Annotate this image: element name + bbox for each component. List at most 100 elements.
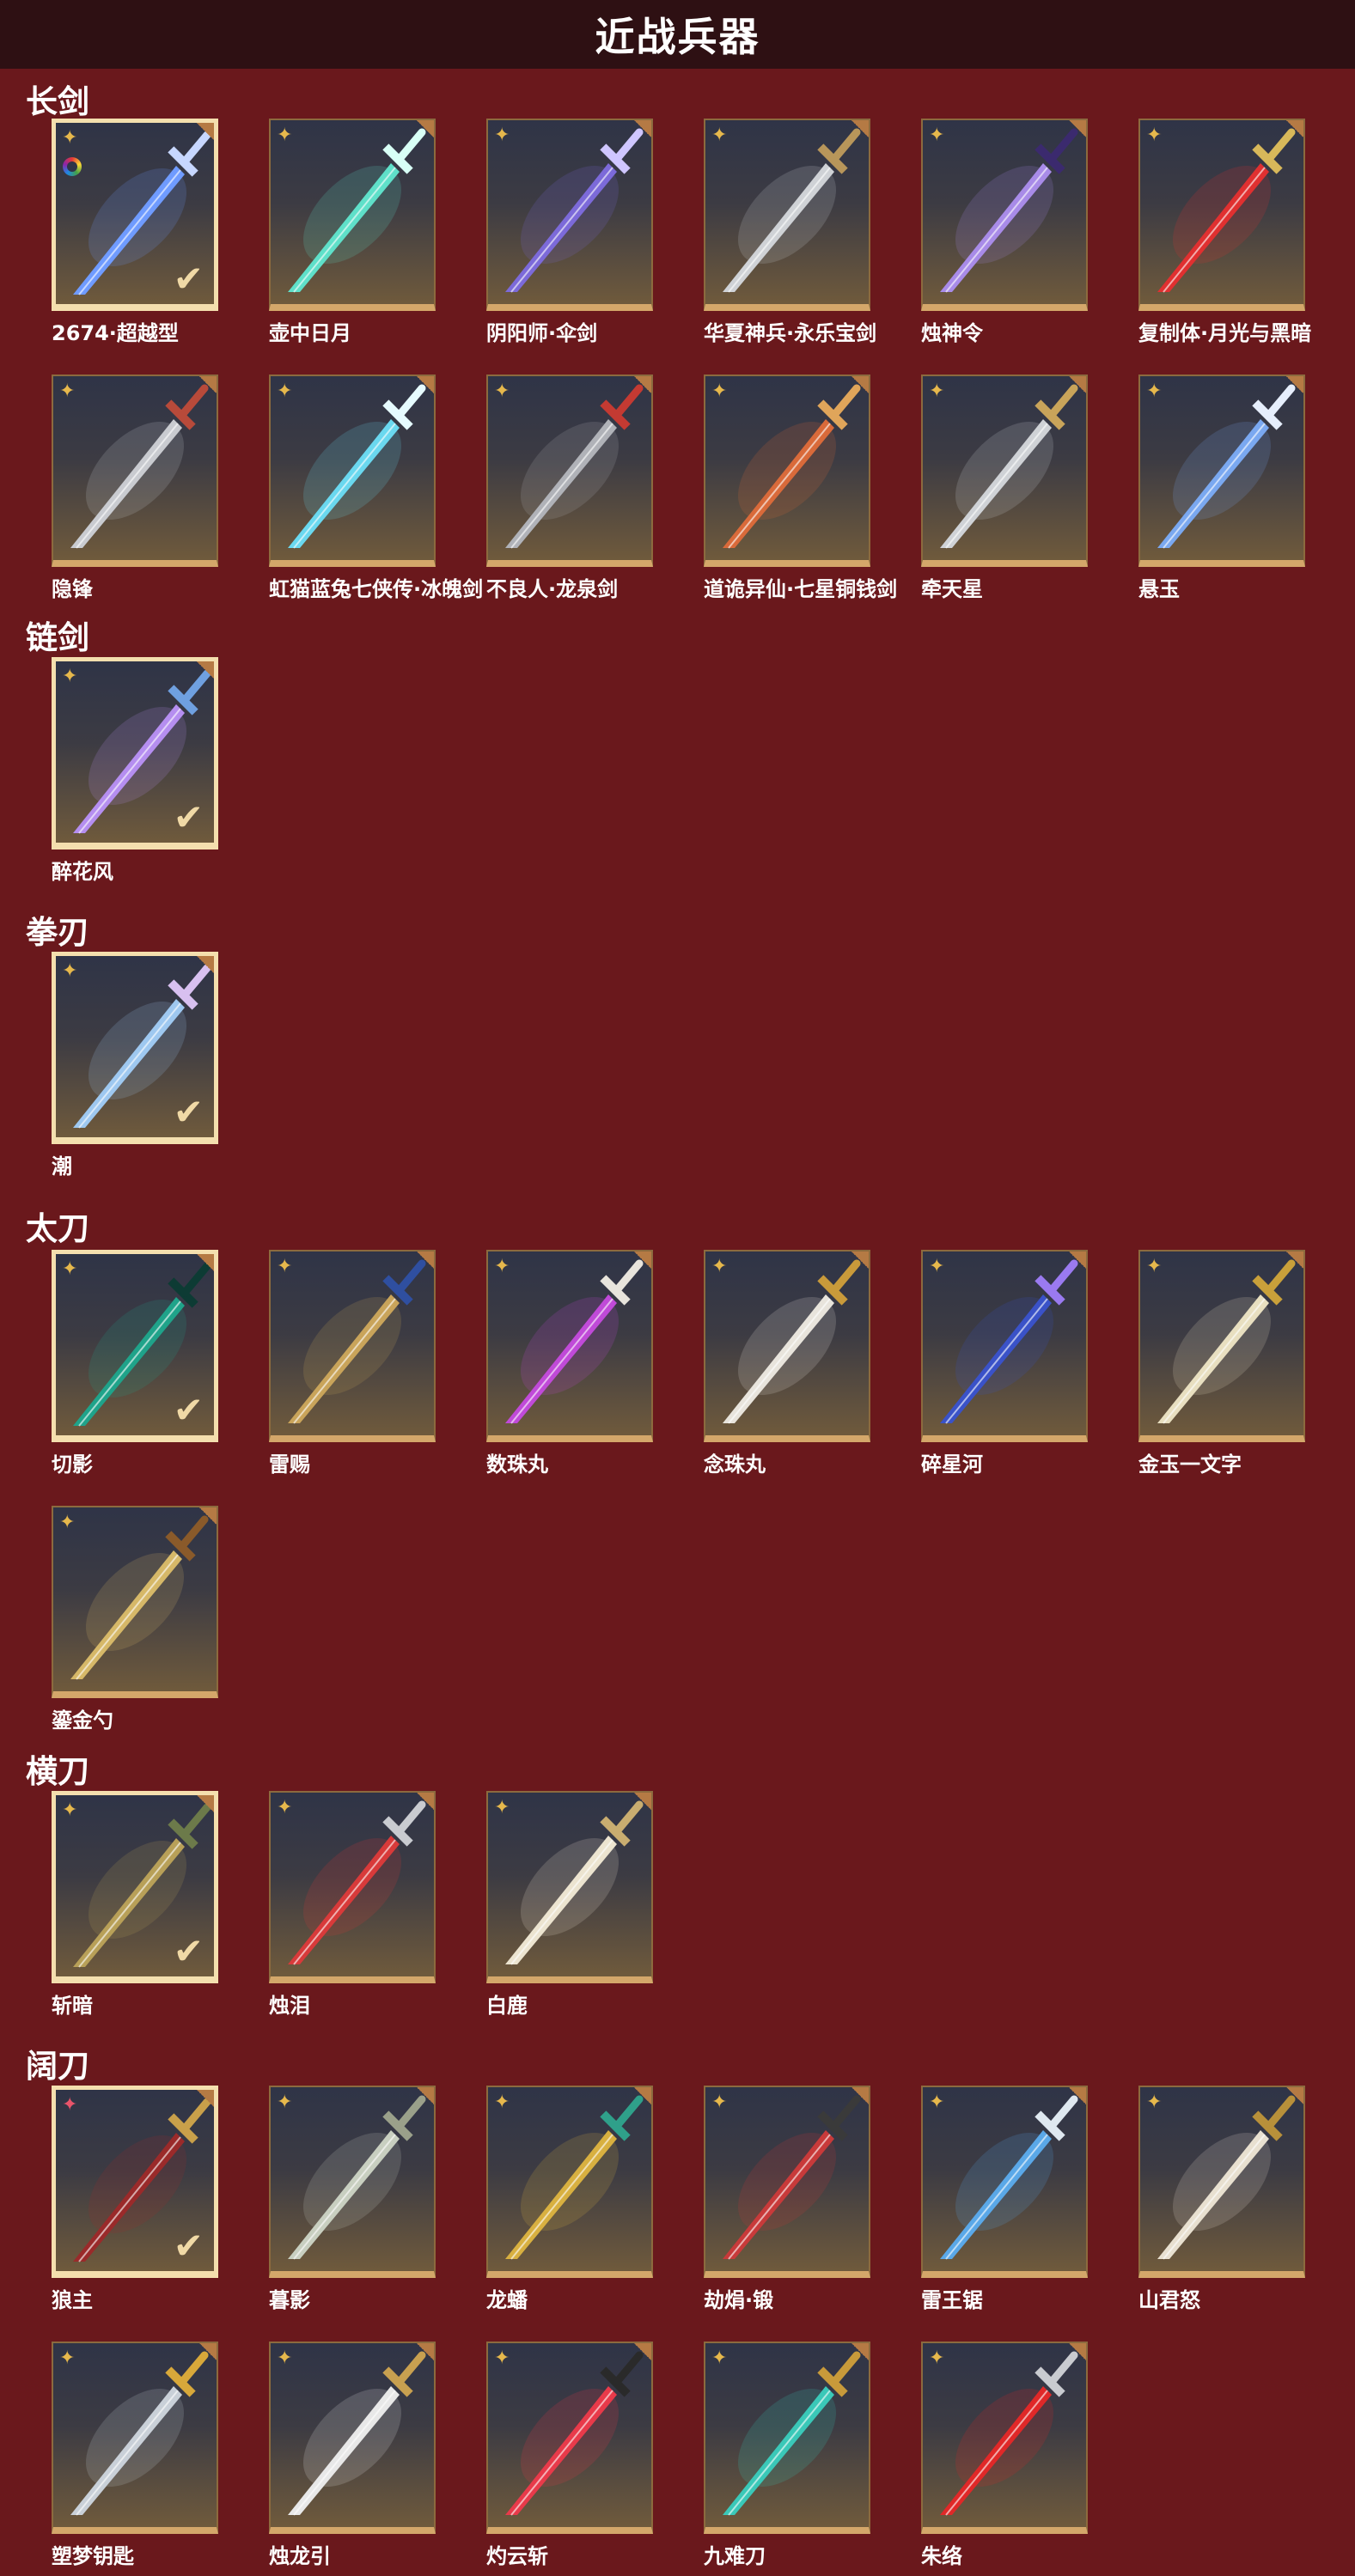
color-variant-icon[interactable] <box>63 157 82 176</box>
weapon-card[interactable]: ✦ 碎星河 <box>921 1250 1088 1477</box>
weapon-card[interactable]: ✦ 不良人·龙泉剑 <box>486 375 653 602</box>
weapon-name: 暮影 <box>269 2288 310 2312</box>
weapon-card[interactable]: ✦ 白鹿 <box>486 1791 653 2019</box>
corner-tab-icon <box>417 376 434 393</box>
weapon-tile[interactable]: ✦ <box>269 2342 436 2534</box>
weapon-card[interactable]: ✦ 烛泪 <box>269 1791 436 2019</box>
weapon-card[interactable]: ✦ 劫焆·锻 <box>704 2086 870 2313</box>
weapon-tile[interactable]: ✦ <box>1138 375 1305 567</box>
weapon-card[interactable]: ✦ 朱络 <box>921 2342 1088 2569</box>
weapon-card[interactable]: ✦ 烛龙引 <box>269 2342 436 2569</box>
weapon-art <box>288 128 426 293</box>
weapon-tile[interactable]: ✦ <box>704 2086 870 2278</box>
weapon-card[interactable]: ✦ 隐锋 <box>52 375 218 602</box>
weapon-card[interactable]: ✦ 牵天星 <box>921 375 1088 602</box>
weapon-card[interactable]: ✦ ✔ 切影 <box>52 1250 218 1477</box>
rarity-star-icon: ✦ <box>277 2348 293 2369</box>
weapon-card[interactable]: ✦ ✔ 潮 <box>52 952 218 1179</box>
weapon-tile[interactable]: ✦ <box>269 1250 436 1442</box>
weapon-tile[interactable]: ✦ <box>52 2342 218 2534</box>
weapon-card[interactable]: ✦ ✔ 醉花风 <box>52 657 218 885</box>
weapon-art <box>505 1800 644 1965</box>
rarity-star-icon: ✦ <box>929 2348 945 2369</box>
rarity-star-icon: ✦ <box>929 381 945 402</box>
rarity-star-icon: ✦ <box>494 125 510 146</box>
corner-tab-icon <box>851 120 869 137</box>
weapon-card[interactable]: ✦ 暮影 <box>269 2086 436 2313</box>
weapon-tile[interactable]: ✦ ✔ <box>52 657 218 850</box>
weapon-art <box>940 384 1078 549</box>
weapon-tile[interactable]: ✦ <box>1138 1250 1305 1442</box>
weapon-tile[interactable]: ✦ <box>486 1791 653 1983</box>
weapon-name: 朱络 <box>921 2544 962 2568</box>
weapon-name: 切影 <box>52 1452 93 1477</box>
weapon-card[interactable]: ✦ 塑梦钥匙 <box>52 2342 218 2569</box>
weapon-card[interactable]: ✦ 壶中日月 <box>269 119 436 346</box>
weapon-tile[interactable]: ✦ <box>921 375 1088 567</box>
weapon-tile[interactable]: ✦ <box>52 1506 218 1698</box>
equipped-check-icon: ✔ <box>173 796 204 838</box>
weapon-name: 狼主 <box>52 2288 93 2312</box>
corner-tab-icon <box>197 661 214 679</box>
weapon-tile[interactable]: ✦ <box>269 2086 436 2278</box>
weapon-card[interactable]: ✦ 灼云斩 <box>486 2342 653 2569</box>
weapon-card[interactable]: ✦ 金玉一文字 <box>1138 1250 1305 1477</box>
weapon-card[interactable]: ✦ 雷赐 <box>269 1250 436 1477</box>
corner-tab-icon <box>851 2343 869 2360</box>
weapon-tile[interactable]: ✦ <box>269 1791 436 1983</box>
weapon-tile[interactable]: ✦ <box>52 375 218 567</box>
weapon-tile[interactable]: ✦ ✔ <box>52 2086 218 2278</box>
weapon-tile[interactable]: ✦ <box>1138 119 1305 311</box>
weapon-tile[interactable]: ✦ <box>486 119 653 311</box>
weapon-card[interactable]: ✦ 华夏神兵·永乐宝剑 <box>704 119 876 346</box>
weapon-tile[interactable]: ✦ ✔ <box>52 952 218 1144</box>
weapon-tile[interactable]: ✦ <box>704 2342 870 2534</box>
category-title: 链剑 <box>26 619 89 656</box>
weapon-tile[interactable]: ✦ ✔ <box>52 119 218 311</box>
weapon-tile[interactable]: ✦ <box>486 2342 653 2534</box>
rarity-star-icon: ✦ <box>1146 2092 1163 2113</box>
weapon-tile[interactable]: ✦ <box>921 2086 1088 2278</box>
corner-tab-icon <box>197 2090 214 2107</box>
weapon-card[interactable]: ✦ 雷王锯 <box>921 2086 1088 2313</box>
weapon-card[interactable]: ✦ 阴阳师·伞剑 <box>486 119 653 346</box>
weapon-card[interactable]: ✦ 虹猫蓝兔七侠传·冰魄剑 <box>269 375 483 602</box>
weapon-name: 复制体·月光与黑暗 <box>1138 321 1312 345</box>
weapon-tile[interactable]: ✦ <box>486 375 653 567</box>
weapon-card[interactable]: ✦ 山君怒 <box>1138 2086 1305 2313</box>
weapon-card[interactable]: ✦ 九难刀 <box>704 2342 870 2569</box>
weapon-card[interactable]: ✦ 数珠丸 <box>486 1250 653 1477</box>
weapon-tile[interactable]: ✦ <box>269 119 436 311</box>
weapon-card[interactable]: ✦ 鎏金勺 <box>52 1506 218 1733</box>
weapon-tile[interactable]: ✦ <box>486 2086 653 2278</box>
weapon-tile[interactable]: ✦ <box>486 1250 653 1442</box>
rarity-star-icon: ✦ <box>59 2348 76 2369</box>
weapon-card[interactable]: ✦ 复制体·月光与黑暗 <box>1138 119 1312 346</box>
weapon-tile[interactable]: ✦ <box>1138 2086 1305 2278</box>
weapon-art <box>723 2095 861 2260</box>
weapon-tile[interactable]: ✦ <box>704 375 870 567</box>
weapon-card[interactable]: ✦ ✔ 斩暗 <box>52 1791 218 2019</box>
corner-tab-icon <box>634 120 651 137</box>
weapon-card[interactable]: ✦ ✔ 2674·超越型 <box>52 119 218 346</box>
rarity-star-icon: ✦ <box>277 125 293 146</box>
weapon-tile[interactable]: ✦ <box>704 119 870 311</box>
rarity-star-icon: ✦ <box>59 381 76 402</box>
weapon-tile[interactable]: ✦ <box>921 1250 1088 1442</box>
weapon-card[interactable]: ✦ ✔ 狼主 <box>52 2086 218 2313</box>
weapon-name: 灼云斩 <box>486 2544 548 2568</box>
weapon-tile[interactable]: ✦ <box>269 375 436 567</box>
weapon-name: 龙蟠 <box>486 2288 528 2312</box>
weapon-card[interactable]: ✦ 念珠丸 <box>704 1250 870 1477</box>
weapon-tile[interactable]: ✦ <box>921 119 1088 311</box>
weapon-card[interactable]: ✦ 道诡异仙·七星铜钱剑 <box>704 375 897 602</box>
rarity-star-icon: ✦ <box>1146 1256 1163 1277</box>
weapon-tile[interactable]: ✦ <box>704 1250 870 1442</box>
corner-tab-icon <box>1286 2087 1303 2104</box>
weapon-card[interactable]: ✦ 烛神令 <box>921 119 1088 346</box>
weapon-card[interactable]: ✦ 龙蟠 <box>486 2086 653 2313</box>
weapon-tile[interactable]: ✦ ✔ <box>52 1250 218 1442</box>
weapon-card[interactable]: ✦ 悬玉 <box>1138 375 1305 602</box>
weapon-tile[interactable]: ✦ ✔ <box>52 1791 218 1983</box>
weapon-tile[interactable]: ✦ <box>921 2342 1088 2534</box>
